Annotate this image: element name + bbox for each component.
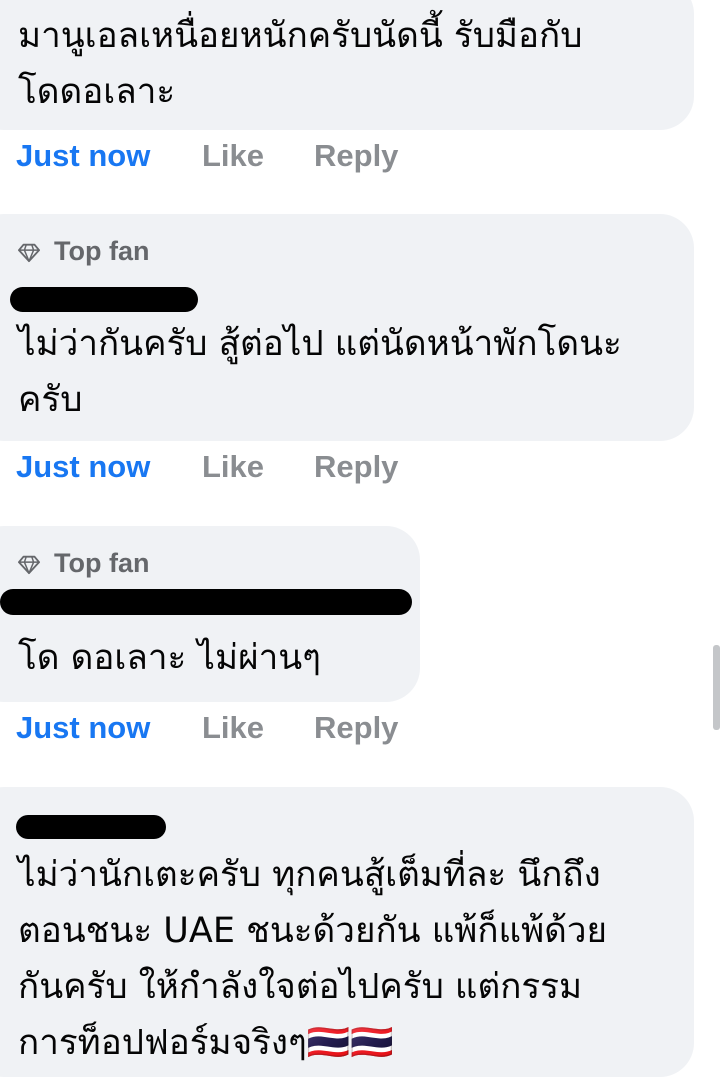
badge-label: Top fan bbox=[54, 548, 150, 578]
comment-bubble: มานูเอลเหนื่อยหนักครับนัดนี้ รับมือกับ โ… bbox=[0, 0, 694, 130]
comment-bubble: ไม่ว่านักเตะครับ ทุกคนสู้เต็มที่ละ นึกถึ… bbox=[0, 787, 694, 1077]
comment-text: โด ดอเลาะ ไม่ผ่านๆ bbox=[18, 638, 321, 678]
timestamp-link[interactable]: Just now bbox=[16, 449, 150, 485]
reply-button[interactable]: Reply bbox=[314, 138, 398, 174]
timestamp-link[interactable]: Just now bbox=[16, 138, 150, 174]
diamond-icon bbox=[18, 243, 40, 262]
top-fan-badge: Top fan bbox=[18, 236, 149, 267]
diamond-icon bbox=[18, 555, 40, 574]
redacted-author-name bbox=[10, 287, 198, 312]
timestamp-link[interactable]: Just now bbox=[16, 710, 150, 746]
comment-text: มานูเอลเหนื่อยหนักครับนัดนี้ รับมือกับ โ… bbox=[18, 16, 583, 112]
like-button[interactable]: Like bbox=[202, 710, 264, 746]
redacted-author-name bbox=[0, 589, 412, 615]
top-fan-badge: Top fan bbox=[18, 548, 149, 579]
scrollbar[interactable] bbox=[713, 645, 720, 730]
like-button[interactable]: Like bbox=[202, 449, 264, 485]
redacted-author-name bbox=[16, 815, 166, 839]
reply-button[interactable]: Reply bbox=[314, 710, 398, 746]
comment-bubble: Top fan ไม่ว่ากันครับ สู้ต่อไป แต่นัดหน้… bbox=[0, 214, 694, 441]
like-button[interactable]: Like bbox=[202, 138, 264, 174]
comment-text: ไม่ว่ากันครับ สู้ต่อไป แต่นัดหน้าพักโดนะ… bbox=[18, 324, 622, 420]
comment-bubble: Top fan โด ดอเลาะ ไม่ผ่านๆ bbox=[0, 526, 420, 702]
comment-text: ไม่ว่านักเตะครับ ทุกคนสู้เต็มที่ละ นึกถึ… bbox=[18, 855, 608, 1063]
badge-label: Top fan bbox=[54, 236, 150, 266]
reply-button[interactable]: Reply bbox=[314, 449, 398, 485]
